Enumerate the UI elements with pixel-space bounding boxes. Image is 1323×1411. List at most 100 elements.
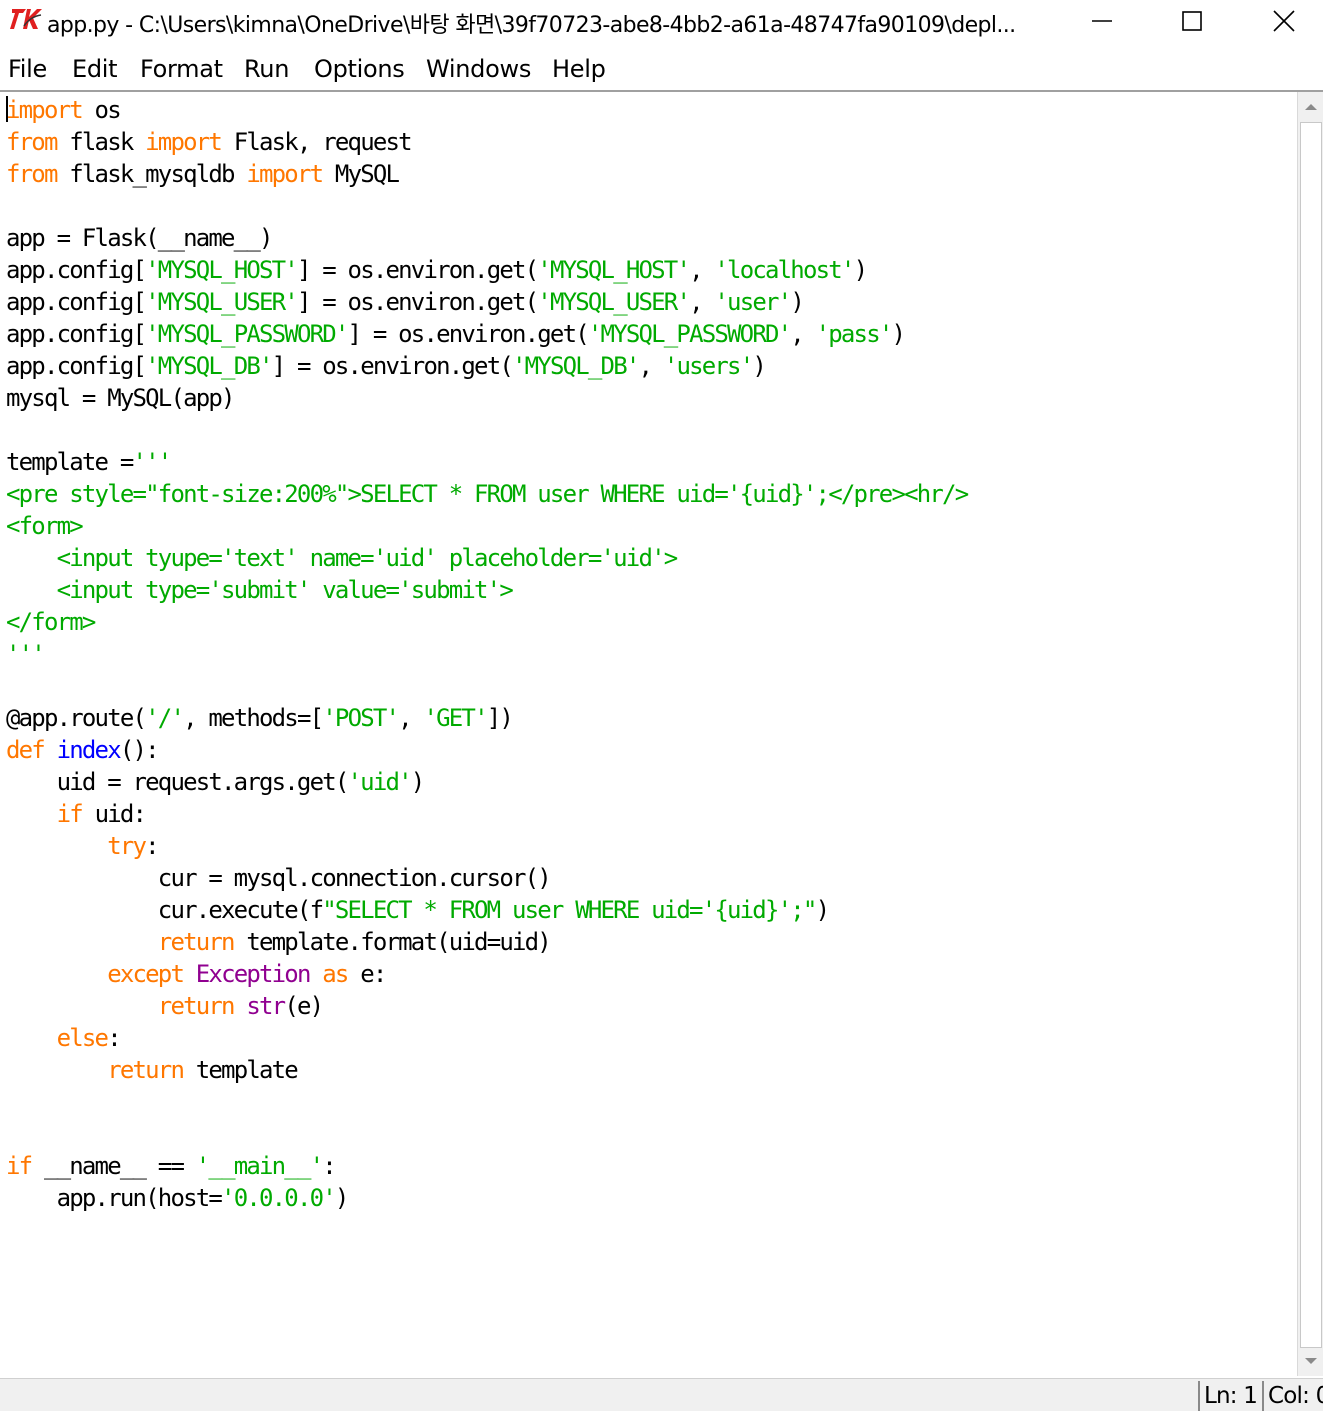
- code-line: import os: [6, 94, 1294, 126]
- string-token: 'MYSQL_HOST': [537, 256, 691, 284]
- status-column: Col: 0: [1262, 1381, 1323, 1411]
- status-bar: Ln: 1 Col: 0: [0, 1378, 1323, 1411]
- code-line: def index():: [6, 734, 1294, 766]
- keyword-token: def: [6, 736, 46, 764]
- string-token: <input type='submit' value='submit'>: [6, 576, 514, 604]
- code-token: ): [752, 352, 766, 380]
- code-line: return str(e): [6, 990, 1294, 1022]
- string-token: 'MYSQL_HOST': [145, 256, 299, 284]
- menu-edit[interactable]: Edit: [72, 55, 118, 83]
- scroll-down-button[interactable]: [1298, 1346, 1323, 1376]
- code-token: ): [790, 288, 804, 316]
- code-line: if uid:: [6, 798, 1294, 830]
- code-token: ,: [638, 352, 664, 380]
- code-line: return template: [6, 1054, 1294, 1086]
- tk-feather-icon: [10, 6, 44, 32]
- code-token: ] = os.environ.get(: [296, 288, 539, 316]
- code-token: __name__ ==: [31, 1152, 196, 1180]
- code-token: ): [853, 256, 868, 284]
- string-token: 'uid': [347, 768, 413, 796]
- code-line: mysql = MySQL(app): [6, 382, 1294, 414]
- code-token: app.run(host=: [6, 1184, 223, 1212]
- code-token: mysql = MySQL(app): [6, 384, 235, 412]
- code-token: ,: [689, 288, 715, 316]
- code-token: app.config[: [6, 256, 147, 284]
- code-token: app.config[: [6, 288, 147, 316]
- code-line: app = Flask(__name__): [6, 222, 1294, 254]
- code-line: app.config[ 'MYSQL_USER'] = os.environ.ge…: [6, 286, 1294, 318]
- menu-help[interactable]: Help: [552, 55, 606, 83]
- code-line: <input type='submit' value='submit'>: [6, 574, 1294, 606]
- keyword-token: return: [107, 1056, 185, 1084]
- code-line: template =''': [6, 446, 1294, 478]
- keyword-token: return: [157, 992, 236, 1020]
- code-token: , methods=[: [183, 704, 324, 732]
- window-title: app.py - C:\Users\kimna\OneDrive\바탕 화면\3…: [47, 13, 1016, 38]
- code-line: app.config['MYSQL_DB'] = os.environ.get(…: [6, 350, 1294, 382]
- string-token: 'users': [663, 352, 754, 380]
- code-token: flask_mysqldb: [56, 160, 247, 188]
- menu-windows[interactable]: Windows: [426, 55, 531, 83]
- menu-run[interactable]: Run: [244, 55, 289, 83]
- code-token: ] = os.environ.get(: [271, 352, 514, 380]
- string-token: <pre style="font-size:200%">SELECT * FRO…: [6, 480, 969, 508]
- string-token: 'MYSQL_USER': [537, 288, 691, 316]
- string-token: 'POST': [322, 704, 400, 732]
- string-token: ''': [6, 640, 46, 668]
- code-editor[interactable]: import os from flask import Flask, reques…: [6, 94, 1294, 1374]
- code-line: cur.execute(f"SELECT * FROM user WHERE u…: [6, 894, 1294, 926]
- vertical-scrollbar[interactable]: [1297, 92, 1323, 1376]
- maximize-button[interactable]: [1152, 0, 1232, 42]
- close-icon: [1273, 10, 1295, 32]
- code-line: else:: [6, 1022, 1294, 1054]
- code-token: ]): [486, 704, 514, 732]
- menu-file[interactable]: File: [8, 55, 47, 83]
- text-caret: [6, 96, 8, 122]
- code-token: :: [145, 832, 159, 860]
- string-token: 'MYSQL_DB': [145, 352, 273, 380]
- code-line: return template.format(uid=uid): [6, 926, 1294, 958]
- code-token: flask: [56, 128, 146, 156]
- minimize-icon: [1092, 20, 1112, 22]
- menu-options[interactable]: Options: [314, 55, 405, 83]
- string-token: '0.0.0.0': [221, 1184, 337, 1212]
- keyword-token: import: [246, 160, 324, 188]
- code-token: :: [322, 1152, 336, 1180]
- minimize-button[interactable]: [1062, 0, 1142, 42]
- close-button[interactable]: [1244, 0, 1323, 42]
- keyword-token: import: [6, 96, 84, 124]
- menu-format[interactable]: Format: [140, 55, 223, 83]
- maximize-icon: [1182, 11, 1202, 31]
- string-token: <form>: [6, 512, 84, 540]
- scroll-thumb[interactable]: [1300, 122, 1322, 1348]
- code-token: app.config[: [6, 352, 147, 380]
- status-line: Ln: 1: [1198, 1381, 1260, 1411]
- scroll-up-button[interactable]: [1298, 92, 1323, 122]
- code-line: try:: [6, 830, 1294, 862]
- keyword-token: else: [56, 1024, 109, 1052]
- code-token: template: [183, 1056, 299, 1084]
- code-token: ,: [790, 320, 816, 348]
- definition-token: index: [56, 736, 122, 764]
- code-token: ): [410, 768, 425, 796]
- code-token: cur = mysql.connection.cursor(): [6, 864, 552, 892]
- code-line: app.config['MYSQL_PASSWORD'] = os.enviro…: [6, 318, 1294, 350]
- code-line: <input tyupe='text' name='uid' placehold…: [6, 542, 1294, 574]
- code-line: uid = request.args.get('uid'): [6, 766, 1294, 798]
- code-token: cur.execute(f: [6, 896, 324, 924]
- keyword-token: as: [322, 960, 349, 988]
- code-token: template.format(uid=uid): [233, 928, 551, 956]
- builtin-token: Exception: [195, 960, 312, 988]
- string-token: 'localhost': [714, 256, 855, 284]
- code-line: <form>: [6, 510, 1294, 542]
- code-token: ] = os.environ.get(: [296, 256, 539, 284]
- title-bar: app.py - C:\Users\kimna\OneDrive\바탕 화면\3…: [0, 0, 1323, 42]
- code-token: (e): [284, 992, 324, 1020]
